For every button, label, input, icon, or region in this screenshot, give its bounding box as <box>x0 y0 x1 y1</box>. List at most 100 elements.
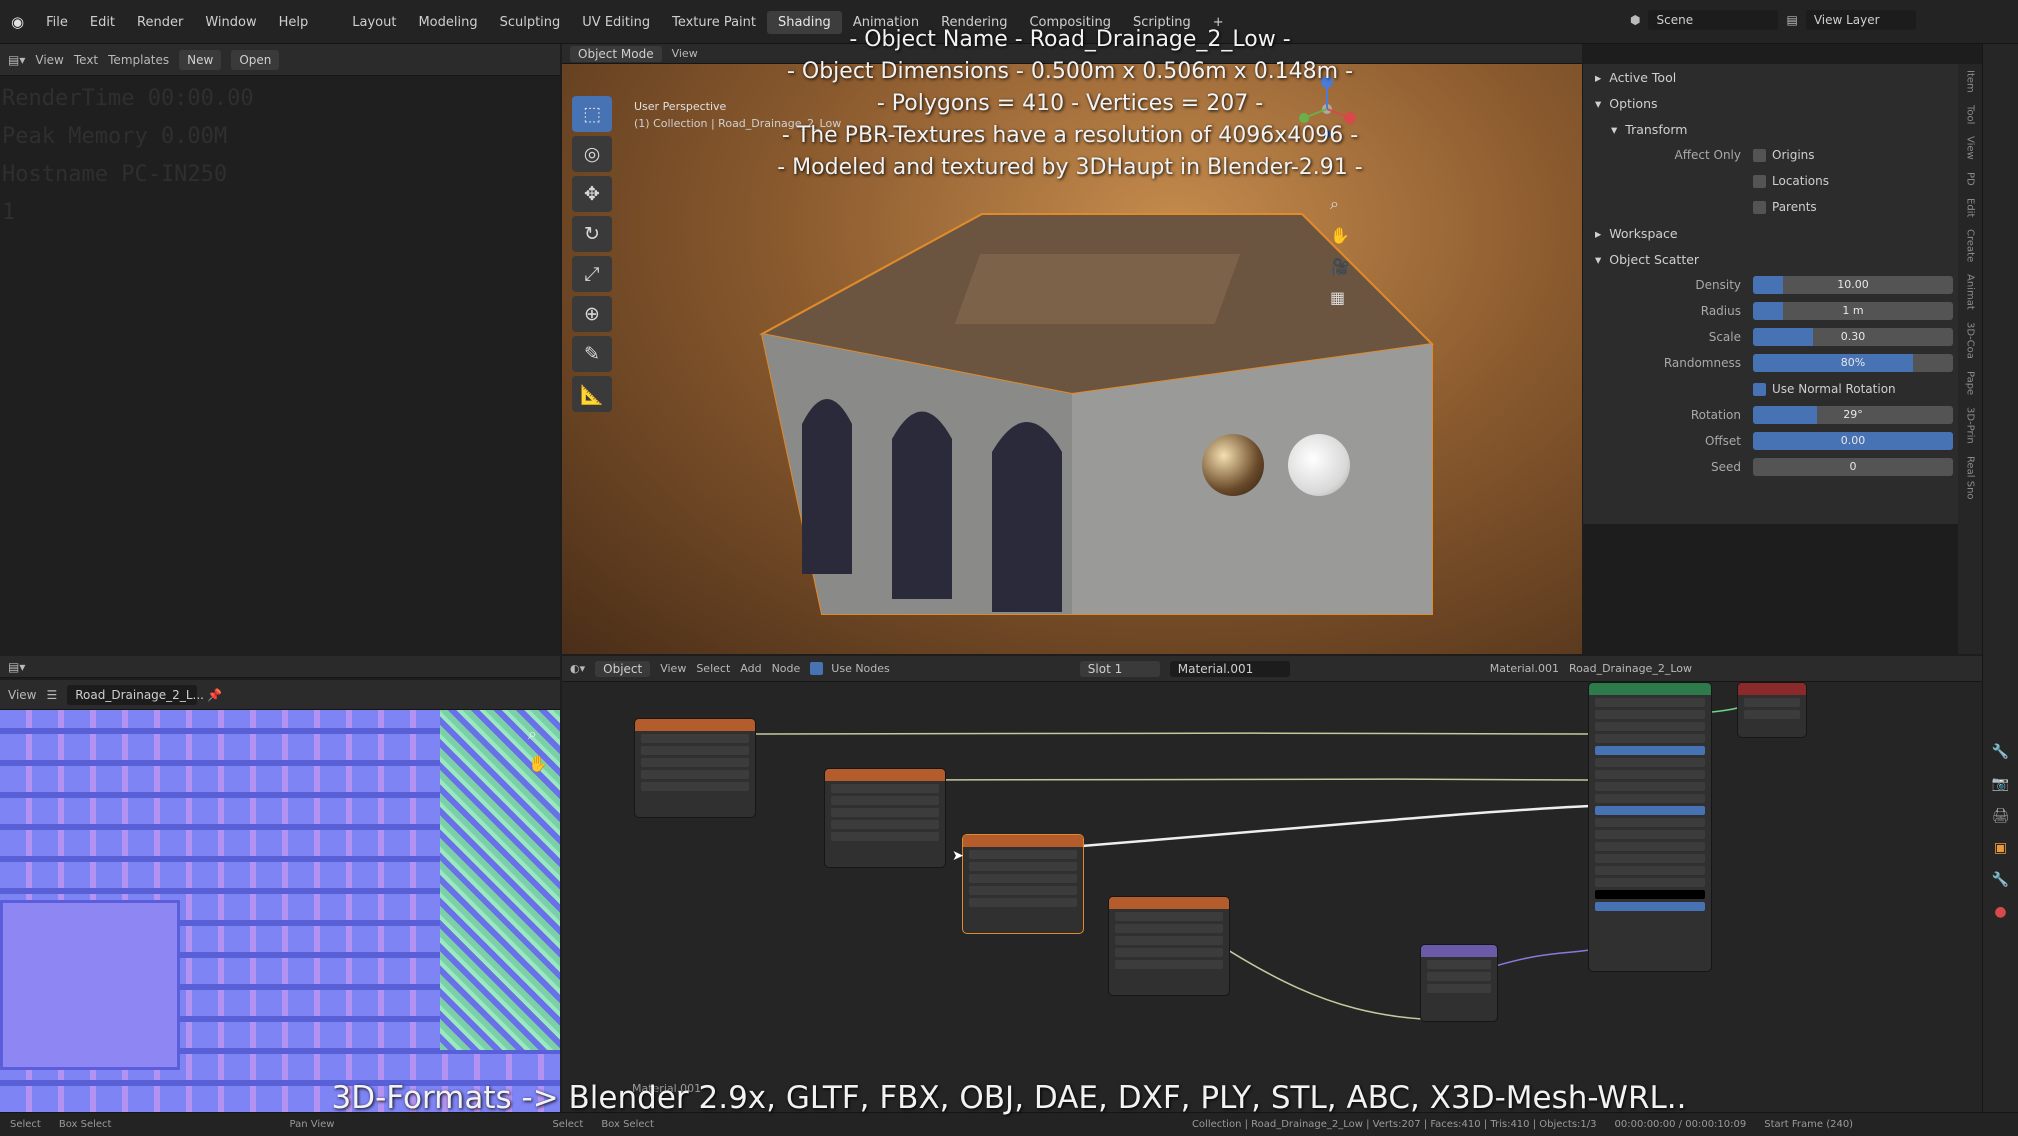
text-text-menu[interactable]: Text <box>74 53 98 67</box>
text-line: RenderTime 00:00.00 <box>2 86 254 111</box>
hdri-preview-diffuse-ball <box>1288 434 1350 496</box>
editor-type-icon[interactable]: ▤▾ <box>8 660 25 674</box>
menu-edit[interactable]: Edit <box>79 15 126 30</box>
tab-modeling[interactable]: Modeling <box>407 15 488 30</box>
editor-type-icon[interactable]: ▤▾ <box>8 53 25 67</box>
camera-view-icon[interactable]: 🎥 <box>1330 257 1350 276</box>
scatter-field-slider[interactable]: 1 m <box>1753 302 1953 320</box>
open-text-button[interactable]: Open <box>231 49 280 70</box>
node-node-menu[interactable]: Node <box>772 662 801 675</box>
image-texture-node[interactable] <box>824 768 946 868</box>
sidebar-tab[interactable]: PD <box>1965 166 1976 192</box>
section-workspace[interactable]: ▸ Workspace <box>1583 220 1958 246</box>
pan-hand-icon[interactable]: ✋ <box>1330 226 1350 245</box>
sidebar-tab[interactable]: Item <box>1965 64 1976 99</box>
affect-only-label: Affect Only <box>1674 148 1741 162</box>
text-editor-area[interactable]: RenderTime 00:00.00 Peak Memory 0.00M Ho… <box>0 76 560 656</box>
node-select-menu[interactable]: Select <box>696 662 730 675</box>
sidebar-tab[interactable]: View <box>1965 130 1976 166</box>
image-texture-node[interactable] <box>634 718 756 818</box>
pin-icon[interactable]: 📌 <box>207 688 222 702</box>
principled-bsdf-node[interactable] <box>1588 682 1712 972</box>
zoom-icon[interactable]: ⌕ <box>1330 194 1350 214</box>
scatter-field-label: Scale <box>1708 330 1741 344</box>
view-layer-icon[interactable]: ▤ <box>1786 13 1797 27</box>
sidebar-tab[interactable]: Edit <box>1965 192 1976 223</box>
shader-type-selector[interactable]: Object <box>595 660 651 677</box>
tool-properties-icon[interactable]: 🔧 <box>1992 744 2009 760</box>
node-add-menu[interactable]: Add <box>740 662 761 675</box>
section-transform[interactable]: ▾ Transform <box>1583 116 1958 142</box>
node-canvas[interactable]: ➤ Material.001 <box>562 682 1982 1112</box>
menu-render[interactable]: Render <box>126 15 194 30</box>
scatter-field-label: Rotation <box>1690 408 1741 422</box>
render-properties-icon[interactable]: 📷 <box>1992 776 2009 792</box>
image-texture-node[interactable] <box>1108 896 1230 996</box>
properties-editor: 🔧 📷 🖨 ▣ 🔧 ● <box>1982 44 2018 1112</box>
sidebar-tab[interactable]: Pape <box>1965 365 1976 401</box>
sidebar-tab[interactable]: Tool <box>1965 99 1976 130</box>
section-object-scatter[interactable]: ▾ Object Scatter <box>1583 246 1958 272</box>
normal-map-node[interactable] <box>1420 944 1498 1022</box>
blender-logo-icon[interactable]: ◉ <box>0 13 35 31</box>
text-templates-menu[interactable]: Templates <box>108 53 169 67</box>
grid-view-icon[interactable]: ▦ <box>1330 288 1350 307</box>
slot-selector[interactable]: Slot 1 <box>1079 660 1160 677</box>
editor-type-icon[interactable]: ◐▾ <box>570 662 585 675</box>
node-links <box>753 706 1743 1020</box>
use-normal-rotation-checkbox[interactable] <box>1753 382 1766 396</box>
scatter-field-slider[interactable]: 0.30 <box>1753 328 1953 346</box>
new-text-button[interactable]: New <box>179 49 222 70</box>
sidebar-tab[interactable]: 3D-Coa <box>1965 316 1976 365</box>
slider-value: 29° <box>1843 408 1863 421</box>
parents-checkbox[interactable] <box>1753 200 1766 214</box>
scatter-field-slider[interactable]: 10.00 <box>1753 276 1953 294</box>
material-selector[interactable]: Material.001 <box>1169 660 1290 677</box>
sidebar-tab[interactable]: Real Sno <box>1965 450 1976 506</box>
sidebar-tab[interactable]: Create <box>1965 223 1976 268</box>
transform-tool-icon[interactable]: ⊕ <box>572 296 612 332</box>
scatter-field-slider[interactable]: 80% <box>1753 354 1953 372</box>
text-view-menu[interactable]: View <box>35 53 63 67</box>
section-options[interactable]: ▾ Options <box>1583 90 1958 116</box>
mouse-cursor-icon: ➤ <box>952 848 964 864</box>
scatter-field-slider[interactable]: 0 <box>1753 458 1953 476</box>
image-texture-node[interactable] <box>962 834 1084 934</box>
menu-file[interactable]: File <box>35 15 79 30</box>
menu-help[interactable]: Help <box>268 15 320 30</box>
tab-sculpting[interactable]: Sculpting <box>489 15 572 30</box>
zoom-icon[interactable]: ⌕ <box>528 724 537 744</box>
scatter-field-slider[interactable]: 0.00 <box>1753 432 1953 450</box>
scatter-field-slider[interactable]: 29° <box>1753 406 1953 424</box>
sidebar-tab[interactable]: Animat <box>1965 268 1976 316</box>
output-properties-icon[interactable]: 🖨 <box>1992 808 2010 824</box>
material-output-node[interactable] <box>1737 682 1807 738</box>
scatter-field-row: Radius 1 m <box>1583 298 1958 324</box>
locations-checkbox[interactable] <box>1753 174 1766 188</box>
rotate-tool-icon[interactable]: ↻ <box>572 216 612 252</box>
image-view-menu[interactable]: View <box>8 688 36 702</box>
object-properties-icon[interactable]: ▣ <box>1994 840 2007 856</box>
modifier-properties-icon[interactable]: 🔧 <box>1992 872 2009 888</box>
status-box-select-hint: Box Select <box>58 1119 112 1130</box>
origins-checkbox[interactable] <box>1753 148 1766 162</box>
image-selector[interactable]: Road_Drainage_2_L... <box>67 684 204 705</box>
slider-value: 1 m <box>1842 304 1864 317</box>
view-layer-selector[interactable]: View Layer <box>1805 10 1916 30</box>
measure-tool-icon[interactable]: 📐 <box>572 376 612 412</box>
normal-map-image[interactable]: ⌕ ✋ <box>0 710 560 1112</box>
annotate-tool-icon[interactable]: ✎ <box>572 336 612 372</box>
pan-hand-icon[interactable]: ✋ <box>528 754 548 773</box>
scene-icon[interactable]: ⬢ <box>1630 13 1640 27</box>
use-nodes-checkbox[interactable] <box>810 662 824 675</box>
scale-tool-icon[interactable]: ⤢ <box>572 256 612 292</box>
menu-icon[interactable]: ☰ <box>46 688 57 702</box>
menu-window[interactable]: Window <box>194 15 267 30</box>
scene-selector[interactable]: Scene <box>1648 10 1779 30</box>
section-active-tool[interactable]: ▸ Active Tool <box>1583 64 1958 90</box>
overlay-line: - The PBR-Textures have a resolution of … <box>781 123 1359 148</box>
node-view-menu[interactable]: View <box>660 662 686 675</box>
tab-layout[interactable]: Layout <box>341 15 407 30</box>
sidebar-tab[interactable]: 3D-Prin <box>1965 401 1976 450</box>
material-properties-icon[interactable]: ● <box>1994 904 2006 920</box>
